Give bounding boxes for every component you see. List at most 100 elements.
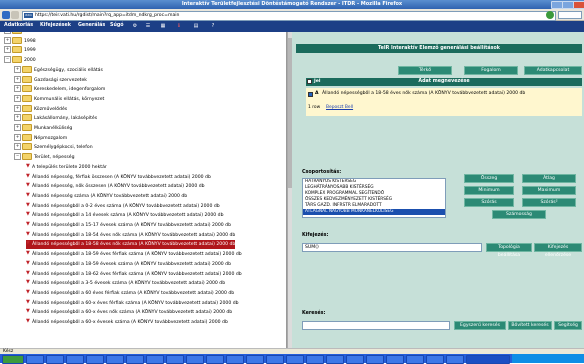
expand-icon[interactable]: +: [14, 94, 21, 102]
app-menu-bar: Adatkorlás Kifejezések Generálás Súgó ⚙ …: [0, 21, 584, 32]
tree-leaf[interactable]: ▼ Állandó népességből a 18-59 éves férfia…: [26, 250, 242, 259]
check-expression-button[interactable]: Kifejezés ellenőrzése: [534, 243, 582, 258]
tree-folder[interactable]: + Kommunális ellátás, környezet: [14, 94, 105, 104]
tree-folder[interactable]: +1999: [4, 46, 36, 55]
minimum-button[interactable]: Minimum: [464, 186, 514, 195]
menu-sugo[interactable]: Súgó: [110, 23, 124, 28]
tree-node-label: Állandó népességből a 60-x éves férfiak …: [32, 300, 239, 306]
topology-button[interactable]: Topológia beállítása: [486, 243, 532, 258]
tree-leaf[interactable]: ▼ Állandó népességből a 18-59 évesek szám…: [26, 260, 231, 269]
expand-icon[interactable]: +: [14, 114, 21, 122]
go-icon[interactable]: [546, 11, 554, 19]
forward-icon[interactable]: [11, 11, 19, 19]
system-tray: [512, 354, 584, 363]
tab-adatkapcsolat[interactable]: Adatkapcsolat: [524, 66, 582, 75]
tree-folder[interactable]: + Közművelődés: [14, 104, 67, 114]
grouping-list[interactable]: HÁTRÁNYOS KISTÉRSÉG LEGHÁTRÁNYOSABB KISTÉ…: [302, 178, 446, 218]
tab-fogalom[interactable]: Fogalom: [464, 66, 518, 75]
expand-icon[interactable]: +: [14, 75, 21, 83]
szoras-button[interactable]: Szórás: [464, 198, 514, 207]
indicator-icon: ▼: [26, 211, 30, 218]
tree-leaf[interactable]: ▼ Állandó népességből a 15-17 évesek szám…: [26, 221, 231, 230]
tree-folder[interactable]: + Kereskedelem, idegenforgalom: [14, 85, 105, 94]
window-title-bar: Interaktív Területfejlesztési Döntéstámo…: [0, 0, 584, 9]
szoras2-button[interactable]: Szórás²: [522, 198, 576, 207]
tree-folder[interactable]: + Egészségügy, szociális ellátás: [14, 65, 103, 75]
help-button[interactable]: Segítség: [554, 321, 582, 330]
select-all-checkbox[interactable]: [307, 79, 312, 84]
tree-leaf[interactable]: ▼ Állandó népesség, férfiak összesen (A K…: [26, 173, 211, 182]
folder-icon: [12, 56, 22, 64]
tree-leaf[interactable]: ▼ Állandó népességből a 18-62 éves férfia…: [26, 270, 242, 279]
tree-leaf[interactable]: ▼ Állandó népességből a 60 éves férfiak s…: [26, 289, 234, 298]
folder-icon: [12, 46, 22, 54]
expand-icon[interactable]: +: [14, 124, 21, 131]
tab-terko[interactable]: Térkő: [398, 66, 452, 75]
tree-folder[interactable]: + Személygépkocsi, telefon: [14, 143, 93, 152]
expand-icon[interactable]: +: [4, 46, 11, 54]
expand-icon[interactable]: +: [14, 104, 21, 112]
tree-folder[interactable]: + Munkanélküliség: [14, 124, 72, 133]
maximum-button[interactable]: Maximum: [522, 186, 576, 195]
tree-leaf[interactable]: ▼ Állandó népességből a 60-x éves férfiak…: [26, 299, 239, 308]
search-input[interactable]: [302, 321, 450, 330]
indicator-tree: +1997+1998+1999−2000+Egészségügy, szociá…: [0, 32, 287, 348]
tree-leaf[interactable]: ▼ Állandó népességből a 0-2 éves száma (A…: [26, 202, 220, 211]
info-icon[interactable]: ℹ: [176, 23, 182, 29]
indicator-icon: ▼: [26, 172, 30, 179]
simple-search-button[interactable]: Egyszerű keresés: [454, 321, 506, 330]
osszeg-button[interactable]: Összeg: [464, 174, 514, 183]
tree-leaf[interactable]: ▼ Állandó népességből a 18-54 éves nők sz…: [26, 231, 235, 240]
tree-folder[interactable]: +1997: [4, 32, 36, 36]
tree-folder[interactable]: − Terület, népesség: [14, 153, 74, 162]
expand-icon[interactable]: +: [4, 32, 11, 34]
tree-folder[interactable]: + Lakásállomány, lakásépítés: [14, 114, 97, 123]
tree-folder[interactable]: + Népmozgalom: [14, 133, 67, 143]
row-checkbox[interactable]: [308, 92, 313, 97]
list-icon[interactable]: ☰: [145, 23, 151, 29]
tree-folder[interactable]: + Gazdasági szervezetek: [14, 75, 87, 85]
atlag-button[interactable]: Átlag: [522, 174, 576, 183]
table-icon[interactable]: ▤: [193, 23, 199, 29]
url-input[interactable]: itdm https://teir.vati.hu/rgdist/main?rq…: [22, 11, 556, 21]
tree-leaf[interactable]: ▼ A település területe 2000 hektár: [26, 163, 107, 172]
menu-adatkorlas[interactable]: Adatkorlás: [4, 23, 33, 28]
expand-icon[interactable]: +: [4, 36, 11, 44]
tree-leaf[interactable]: ▼ Állandó népesség, nők összesen (A KÖNYV…: [26, 182, 205, 191]
extended-search-button[interactable]: Bővített keresés: [508, 321, 552, 330]
row-links[interactable]: Beposzt Bell: [326, 105, 353, 110]
tree-node-label: Kommunális ellátás, környezet: [34, 96, 105, 102]
tree-leaf[interactable]: ▼ Állandó népességből a 14 évesek száma (…: [26, 211, 223, 220]
tree-node-label: 1998: [24, 38, 36, 44]
tree-folder[interactable]: +1998: [4, 36, 36, 46]
expand-icon[interactable]: +: [14, 65, 21, 73]
tree-node-label: Egészségügy, szociális ellátás: [34, 67, 103, 73]
tree-folder[interactable]: − 2000: [4, 56, 36, 65]
grid-icon[interactable]: ▦: [160, 23, 166, 29]
tree-leaf[interactable]: ▼ Állandó népességből a 18-58 éves nők sz…: [26, 240, 236, 250]
collapse-icon[interactable]: −: [14, 153, 21, 161]
close-button[interactable]: [573, 1, 584, 9]
expand-icon[interactable]: +: [14, 133, 21, 141]
tree-leaf[interactable]: ▼ Állandó népességből a 60-x évesek száma…: [26, 318, 228, 327]
menu-kifejezesek[interactable]: Kifejezések: [40, 23, 71, 28]
tree-leaf[interactable]: ▼ Állandó népességből a 60-x éves nők szá…: [26, 308, 232, 317]
folder-icon: [22, 124, 32, 131]
szamossag-button[interactable]: Számosság: [492, 210, 546, 219]
help-icon[interactable]: ?: [210, 23, 216, 29]
tree-node-label: Állandó népességből a 60-x évesek száma …: [32, 320, 228, 325]
tree-leaf[interactable]: ▼ Állandó népességből a 3-5 évesek száma …: [26, 279, 225, 288]
expand-icon[interactable]: +: [14, 143, 21, 151]
menu-generalas[interactable]: Generálás: [78, 23, 105, 28]
tree-leaf[interactable]: ▼ Állandó népesség száma (A KÖNYV továbbv…: [26, 192, 187, 201]
expand-icon[interactable]: +: [14, 85, 21, 93]
settings-panel: TeIR Interaktív Elemző generálási beállí…: [292, 32, 584, 348]
grouping-option[interactable]: ÁTLAGNÁL NAGYOBB MUNKANÉLKÜLISÉG: [303, 209, 445, 215]
back-icon[interactable]: [2, 11, 10, 19]
collapse-icon[interactable]: −: [4, 56, 11, 64]
search-box[interactable]: [558, 11, 582, 19]
tree-node-label: Állandó népességből a 18-58 éves nők szá…: [32, 242, 236, 248]
tree-node-label: Állandó népességből a 18-59 éves férfiak…: [32, 252, 242, 258]
expression-input[interactable]: SUM(): [302, 243, 482, 252]
settings-icon[interactable]: ⚙: [132, 23, 138, 29]
